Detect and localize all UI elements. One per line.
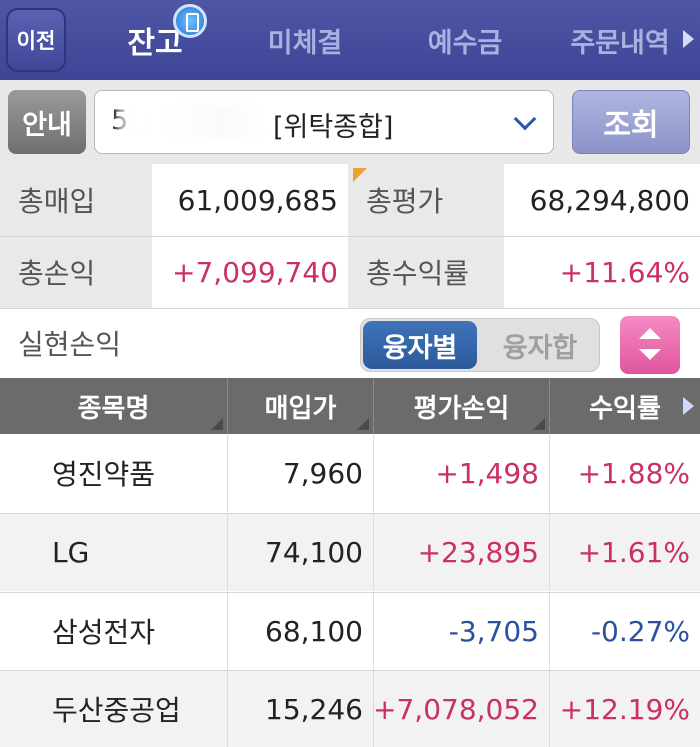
stock-name: LG bbox=[0, 513, 228, 591]
divider bbox=[0, 670, 700, 671]
query-button[interactable]: 조회 bbox=[572, 90, 690, 154]
stock-name: 영진약품 bbox=[0, 434, 228, 512]
tab-unfilled[interactable]: 미체결 bbox=[240, 0, 370, 80]
chevron-down-icon bbox=[513, 107, 537, 131]
eval-pl: +23,895 bbox=[374, 513, 550, 591]
total-pl-label: 총손익 bbox=[0, 236, 152, 308]
purchase-price: 74,100 bbox=[228, 513, 374, 591]
mobile-badge-icon bbox=[173, 4, 207, 38]
stock-name: 두산중공업 bbox=[0, 670, 228, 747]
sort-corner-icon bbox=[357, 418, 369, 430]
divider bbox=[0, 236, 700, 237]
back-button[interactable]: 이전 bbox=[6, 8, 66, 72]
table-row[interactable]: LG 74,100 +23,895 +1.61% bbox=[0, 513, 700, 591]
total-purchase-label: 총매입 bbox=[0, 164, 152, 236]
column-header-pl[interactable]: 평가손익 bbox=[374, 378, 550, 434]
purchase-price: 15,246 bbox=[228, 670, 374, 747]
column-header-name[interactable]: 종목명 bbox=[0, 378, 228, 434]
total-eval-value: 68,294,800 bbox=[529, 183, 690, 217]
table-row[interactable]: 삼성전자 68,100 -3,705 -0.27% bbox=[0, 592, 700, 670]
divider bbox=[0, 308, 700, 309]
account-select[interactable]: 5 [위탁종합] bbox=[94, 90, 554, 154]
toggle-by-loan[interactable]: 융자별 bbox=[363, 321, 477, 369]
column-header-label: 매입가 bbox=[264, 393, 337, 424]
tab-deposit[interactable]: 예수금 bbox=[400, 0, 530, 80]
column-header-label: 수익률 bbox=[589, 393, 661, 424]
return-rate: +12.19% bbox=[559, 692, 690, 726]
return-rate: +1.88% bbox=[577, 456, 690, 490]
sort-corner-icon bbox=[211, 418, 223, 430]
total-return-label: 총수익률 bbox=[348, 236, 504, 308]
nav-next-arrow-icon[interactable] bbox=[683, 30, 694, 48]
eval-pl: -3,705 bbox=[374, 592, 550, 670]
total-pl-value: +7,099,740 bbox=[172, 255, 338, 289]
total-purchase-value: 61,009,685 bbox=[177, 183, 338, 217]
stock-name: 삼성전자 bbox=[0, 592, 228, 670]
corner-marker-icon bbox=[353, 168, 367, 182]
tab-order-history[interactable]: 주문내역 bbox=[558, 0, 682, 80]
guide-button[interactable]: 안내 bbox=[8, 90, 86, 154]
return-rate: +1.61% bbox=[577, 535, 690, 569]
sort-button[interactable] bbox=[620, 316, 680, 374]
table-row[interactable]: 두산중공업 15,246 +7,078,052 +12.19% bbox=[0, 670, 700, 747]
eval-pl: +1,498 bbox=[374, 434, 550, 512]
total-eval-label: 총평가 bbox=[348, 164, 504, 236]
realized-pl-label: 실현손익 bbox=[0, 308, 152, 378]
purchase-price: 7,960 bbox=[228, 434, 374, 512]
loan-toggle[interactable]: 융자별 융자합 bbox=[360, 318, 600, 372]
scroll-right-arrow-icon[interactable] bbox=[683, 397, 694, 415]
divider bbox=[0, 513, 700, 514]
toggle-loan-sum[interactable]: 융자합 bbox=[483, 321, 597, 369]
top-nav-bar: 이전 잔고 미체결 예수금 주문내역 bbox=[0, 0, 700, 80]
divider bbox=[0, 592, 700, 593]
eval-pl: +7,078,052 bbox=[373, 670, 550, 747]
column-header-price[interactable]: 매입가 bbox=[228, 378, 374, 434]
sort-up-icon bbox=[639, 328, 661, 339]
table-header: 종목명 매입가 평가손익 수익률 bbox=[0, 378, 700, 434]
purchase-price: 68,100 bbox=[228, 592, 374, 670]
table-row[interactable]: 영진약품 7,960 +1,498 +1.88% bbox=[0, 434, 700, 512]
account-row: 안내 5 [위탁종합] 조회 bbox=[0, 80, 700, 164]
total-return-value: +11.64% bbox=[559, 255, 690, 289]
sort-down-icon bbox=[639, 349, 661, 360]
account-number-mask bbox=[117, 105, 269, 139]
realized-pl-value bbox=[152, 308, 348, 378]
column-header-label: 종목명 bbox=[77, 393, 150, 424]
return-rate: -0.27% bbox=[590, 614, 690, 648]
account-type: [위탁종합] bbox=[273, 112, 394, 143]
column-header-return[interactable]: 수익률 bbox=[550, 378, 700, 434]
sort-corner-icon bbox=[533, 418, 545, 430]
column-header-label: 평가손익 bbox=[413, 393, 510, 424]
